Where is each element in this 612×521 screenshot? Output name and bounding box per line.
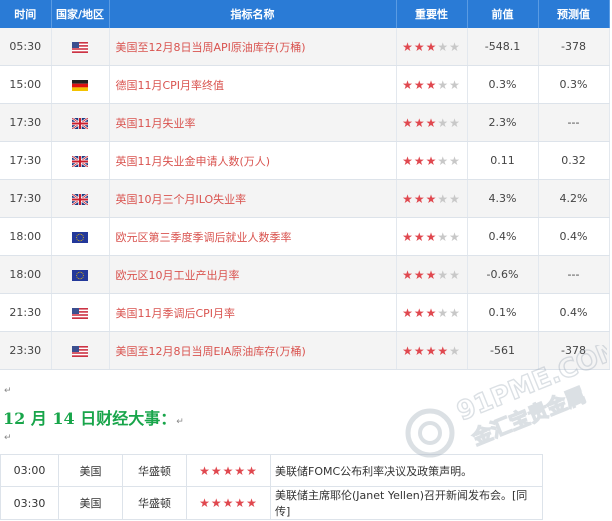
event-importance-stars: ★★★★★ xyxy=(186,454,271,487)
calendar-row: 18:00 欧元区10月工业产出月率 ★★★★★ -0.6% --- xyxy=(0,255,610,294)
calendar-row: 15:00 德国11月CPI月率终值 ★★★★★ 0.3% 0.3% xyxy=(0,65,610,104)
event-time: 03:30 xyxy=(0,486,59,520)
row-time: 17:30 xyxy=(0,103,52,142)
country-flag-icon xyxy=(51,255,110,294)
country-flag-icon xyxy=(51,141,110,180)
event-row: 03:00 美国 华盛顿 ★★★★★ 美联储FOMC公布利率决议及政策声明。 xyxy=(0,454,543,487)
country-flag-icon xyxy=(51,179,110,218)
country-flag-icon xyxy=(51,217,110,256)
forecast-value: 0.4% xyxy=(538,217,610,256)
forecast-value: 4.2% xyxy=(538,179,610,218)
header-country: 国家/地区 xyxy=(51,0,110,28)
country-flag-icon xyxy=(51,65,110,104)
header-importance: 重要性 xyxy=(396,0,468,28)
section-title: 12 月 14 日财经大事：↵ xyxy=(3,409,184,428)
previous-value: -561 xyxy=(467,331,539,370)
economic-calendar-table: 时间 国家/地区 指标名称 重要性 前值 预测值 05:30 美国至12月8日当周… xyxy=(0,0,610,370)
event-time: 03:00 xyxy=(0,454,59,487)
importance-stars: ★★★★★ xyxy=(396,331,468,370)
previous-value: 2.3% xyxy=(467,103,539,142)
row-time: 17:30 xyxy=(0,141,52,180)
calendar-row: 05:30 美国至12月8日当周API原油库存(万桶) ★★★★★ -548.1 -37… xyxy=(0,28,610,66)
header-previous: 前值 xyxy=(467,0,539,28)
forecast-value: -378 xyxy=(538,28,610,66)
forecast-value: 0.3% xyxy=(538,65,610,104)
country-flag-icon xyxy=(51,331,110,370)
indicator-name-link[interactable]: 德国11月CPI月率终值 xyxy=(109,65,397,104)
calendar-row: 17:30 英国11月失业金申请人数(万人) ★★★★★ 0.11 0.32 xyxy=(0,141,610,180)
previous-value: -0.6% xyxy=(467,255,539,294)
calendar-header-row: 时间 国家/地区 指标名称 重要性 前值 预测值 xyxy=(0,0,610,28)
watermark-emblem-icon xyxy=(405,408,455,458)
indicator-name-link[interactable]: 美国至12月8日当周EIA原油库存(万桶) xyxy=(109,331,397,370)
forecast-value: -378 xyxy=(538,331,610,370)
importance-stars: ★★★★★ xyxy=(396,65,468,104)
row-time: 18:00 xyxy=(0,217,52,256)
row-time: 15:00 xyxy=(0,65,52,104)
previous-value: 0.11 xyxy=(467,141,539,180)
event-city: 华盛顿 xyxy=(122,486,187,520)
paragraph-mark: ↵ xyxy=(4,433,12,443)
indicator-name-link[interactable]: 英国11月失业金申请人数(万人) xyxy=(109,141,397,180)
paragraph-mark: ↵ xyxy=(4,386,12,396)
calendar-row: 23:30 美国至12月8日当周EIA原油库存(万桶) ★★★★★ -561 -378 xyxy=(0,331,610,370)
event-country: 美国 xyxy=(58,454,123,487)
indicator-name-link[interactable]: 美国11月季调后CPI月率 xyxy=(109,293,397,332)
forecast-value: 0.32 xyxy=(538,141,610,180)
row-time: 17:30 xyxy=(0,179,52,218)
indicator-name-link[interactable]: 欧元区10月工业产出月率 xyxy=(109,255,397,294)
forecast-value: --- xyxy=(538,103,610,142)
importance-stars: ★★★★★ xyxy=(396,141,468,180)
previous-value: 0.3% xyxy=(467,65,539,104)
previous-value: -548.1 xyxy=(467,28,539,66)
previous-value: 0.1% xyxy=(467,293,539,332)
event-city: 华盛顿 xyxy=(122,454,187,487)
importance-stars: ★★★★★ xyxy=(396,103,468,142)
event-description: 美联储主席耶伦(Janet Yellen)召开新闻发布会。[同传] xyxy=(270,486,543,520)
header-time: 时间 xyxy=(0,0,52,28)
country-flag-icon xyxy=(51,293,110,332)
calendar-row: 17:30 英国10月三个月ILO失业率 ★★★★★ 4.3% 4.2% xyxy=(0,179,610,218)
event-country: 美国 xyxy=(58,486,123,520)
indicator-name-link[interactable]: 英国11月失业率 xyxy=(109,103,397,142)
event-row: 03:30 美国 华盛顿 ★★★★★ 美联储主席耶伦(Janet Yellen)召开新闻… xyxy=(0,486,543,520)
event-importance-stars: ★★★★★ xyxy=(186,486,271,520)
importance-stars: ★★★★★ xyxy=(396,28,468,66)
indicator-name-link[interactable]: 欧元区第三季度季调后就业人数季率 xyxy=(109,217,397,256)
header-forecast: 预测值 xyxy=(538,0,610,28)
header-indicator-name: 指标名称 xyxy=(109,0,397,28)
calendar-row: 17:30 英国11月失业率 ★★★★★ 2.3% --- xyxy=(0,103,610,142)
event-description: 美联储FOMC公布利率决议及政策声明。 xyxy=(270,454,543,487)
calendar-row: 21:30 美国11月季调后CPI月率 ★★★★★ 0.1% 0.4% xyxy=(0,293,610,332)
forecast-value: --- xyxy=(538,255,610,294)
previous-value: 0.4% xyxy=(467,217,539,256)
importance-stars: ★★★★★ xyxy=(396,217,468,256)
events-table: 03:00 美国 华盛顿 ★★★★★ 美联储FOMC公布利率决议及政策声明。 03:30 美… xyxy=(0,454,543,520)
row-time: 05:30 xyxy=(0,28,52,66)
watermark-text-bottom: 金汇宝贵金属 xyxy=(468,383,589,451)
row-time: 21:30 xyxy=(0,293,52,332)
previous-value: 4.3% xyxy=(467,179,539,218)
row-time: 23:30 xyxy=(0,331,52,370)
importance-stars: ★★★★★ xyxy=(396,293,468,332)
row-time: 18:00 xyxy=(0,255,52,294)
forecast-value: 0.4% xyxy=(538,293,610,332)
calendar-row: 18:00 欧元区第三季度季调后就业人数季率 ★★★★★ 0.4% 0.4% xyxy=(0,217,610,256)
indicator-name-link[interactable]: 英国10月三个月ILO失业率 xyxy=(109,179,397,218)
importance-stars: ★★★★★ xyxy=(396,179,468,218)
country-flag-icon xyxy=(51,103,110,142)
country-flag-icon xyxy=(51,28,110,66)
indicator-name-link[interactable]: 美国至12月8日当周API原油库存(万桶) xyxy=(109,28,397,66)
importance-stars: ★★★★★ xyxy=(396,255,468,294)
